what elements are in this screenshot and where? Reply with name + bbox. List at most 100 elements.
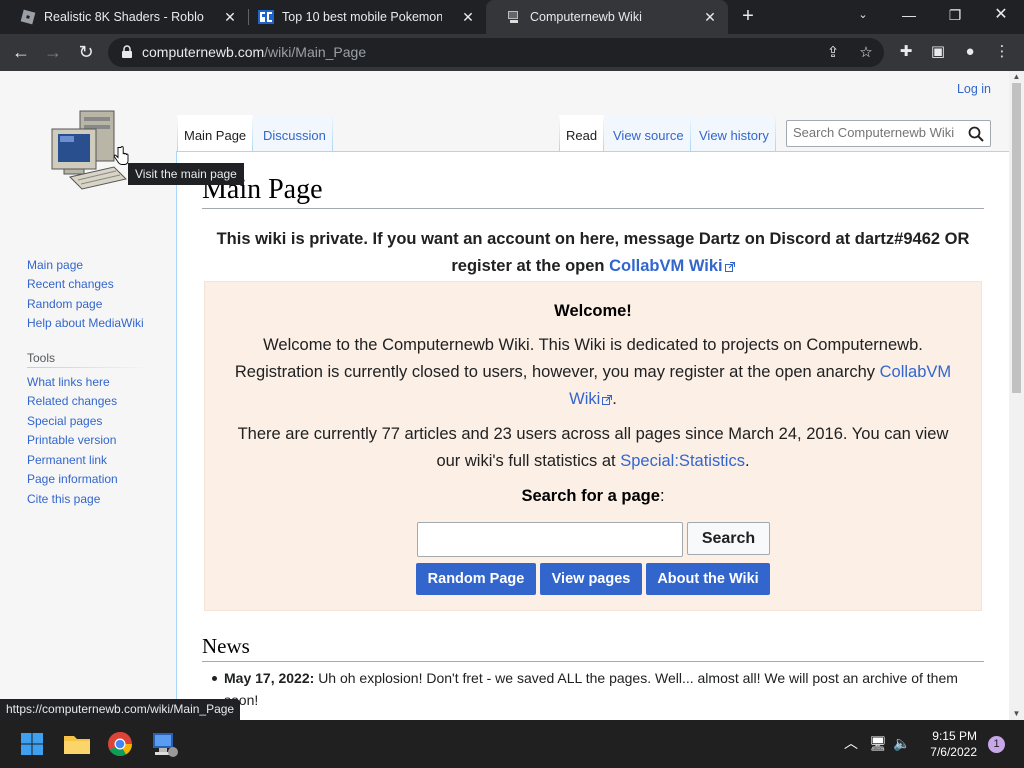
search-icon[interactable] (968, 126, 984, 142)
welcome-paragraph: Welcome to the Computernewb Wiki. This W… (234, 336, 952, 408)
reload-icon[interactable]: ↻ (74, 40, 98, 64)
private-notice-text: This wiki is private. If you want an acc… (216, 230, 970, 275)
sidebar-item-related-changes[interactable]: Related changes (27, 394, 117, 408)
taskbar-clock[interactable]: 9:15 PM 7/6/2022 (915, 728, 977, 760)
tab-title: Realistic 8K Shaders - Roblox (44, 10, 204, 24)
about-wiki-button[interactable]: About the Wiki (646, 563, 770, 595)
close-tab-icon[interactable]: ✕ (222, 9, 238, 25)
scrollbar-thumb[interactable] (1012, 83, 1021, 393)
wiki-search-input[interactable] (793, 125, 963, 140)
pc-gamer-icon (258, 10, 274, 24)
extensions-icon[interactable]: ✚ (896, 42, 916, 62)
sidebar-item-special-pages[interactable]: Special pages (27, 414, 102, 428)
file-explorer-icon[interactable] (61, 728, 93, 760)
taskbar: ︿ 🖥 🔈 9:15 PM 7/6/2022 1 (0, 720, 1024, 768)
sidebar-item-what-links-here[interactable]: What links here (27, 375, 110, 389)
tab-read[interactable]: Read (559, 115, 604, 151)
sidebar-item-help[interactable]: Help about MediaWiki (27, 316, 144, 330)
tab-search-icon[interactable]: ⌄ (840, 0, 886, 30)
address-bar[interactable]: computernewb.com/wiki/Main_Page ⇪ ☆ (108, 38, 884, 67)
lock-icon (122, 45, 132, 58)
browser-toolbar: ← → ↻ computernewb.com/wiki/Main_Page ⇪ … (0, 34, 1024, 71)
sidebar-item-cite-this-page[interactable]: Cite this page (27, 492, 100, 506)
view-pages-button[interactable]: View pages (540, 563, 642, 595)
tab-computernewb-wiki[interactable]: Computernewb Wiki ✕ (486, 0, 728, 34)
sidebar-item-permanent-link[interactable]: Permanent link (27, 453, 107, 467)
clock-time: 9:15 PM (932, 729, 977, 743)
network-icon[interactable]: 🖥 (869, 734, 887, 752)
hand-cursor-icon (113, 146, 129, 165)
restore-icon[interactable]: ❐ (932, 0, 978, 30)
menu-icon[interactable]: ⋮ (992, 42, 1012, 62)
collabvm-wiki-link-text: CollabVM Wiki (609, 257, 723, 275)
close-tab-icon[interactable]: ✕ (702, 9, 718, 25)
roblox-icon (20, 9, 36, 25)
scroll-down-icon[interactable]: ▼ (1009, 708, 1024, 720)
heading-divider (202, 208, 984, 209)
page-search-input[interactable] (417, 522, 683, 557)
tab-roblox[interactable]: Realistic 8K Shaders - Roblox ✕ (0, 0, 248, 34)
show-hidden-icons-icon[interactable]: ︿ (842, 734, 860, 752)
notification-badge[interactable]: 1 (988, 736, 1005, 753)
news-divider (202, 661, 984, 662)
tab-discussion[interactable]: Discussion (256, 115, 333, 151)
welcome-title: Welcome! (554, 302, 632, 320)
close-tab-icon[interactable]: ✕ (460, 9, 476, 25)
computernewb-icon (508, 11, 518, 23)
forward-icon[interactable]: → (41, 40, 65, 64)
page-viewport: Log in Main page Recent changes Random p… (0, 71, 1024, 720)
browser-tab-strip: Realistic 8K Shaders - Roblox ✕ Top 10 b… (0, 0, 1024, 34)
statistics-paragraph: There are currently 77 articles and 23 u… (237, 425, 949, 470)
news-item: May 17, 2022: Uh oh explosion! Don't fre… (212, 667, 984, 711)
url-path: /wiki/Main_Page (264, 44, 367, 60)
link-status-bar: https://computernewb.com/wiki/Main_Page (0, 699, 241, 720)
main-content: Main Page This wiki is private. If you w… (176, 151, 1009, 720)
scroll-up-icon[interactable]: ▲ (1009, 71, 1024, 83)
back-icon[interactable]: ← (9, 40, 33, 64)
sidebar-item-page-information[interactable]: Page information (27, 472, 118, 486)
external-link-icon (724, 261, 735, 272)
url-host: computernewb.com (142, 44, 265, 60)
close-window-icon[interactable]: ✕ (978, 0, 1024, 30)
wiki-search-box[interactable] (786, 120, 991, 147)
sidebar-item-main-page[interactable]: Main page (27, 258, 83, 272)
welcome-box: Welcome! Welcome to the Computernewb Wik… (204, 281, 982, 611)
search-button[interactable]: Search (687, 522, 770, 555)
welcome-paragraph-text: Welcome to the Computernewb Wiki. This W… (234, 336, 923, 381)
tab-title: Top 10 best mobile Pokemon gar (282, 10, 442, 24)
tab-view-source[interactable]: View source (606, 115, 691, 151)
news-text: Uh oh explosion! Don't fret - we saved A… (224, 670, 958, 708)
random-page-button[interactable]: Random Page (416, 563, 536, 595)
statistics-paragraph-text: There are currently 77 articles and 23 u… (237, 425, 949, 470)
news-date: May 17, 2022: (224, 670, 315, 686)
share-icon[interactable]: ⇪ (824, 44, 842, 62)
news-heading: News (202, 634, 250, 658)
sidebar-item-random-page[interactable]: Random page (27, 297, 102, 311)
profile-icon[interactable]: ● (960, 42, 980, 62)
minimize-icon[interactable]: — (886, 0, 932, 30)
tab-view-history[interactable]: View history (692, 115, 776, 151)
tab-title: Computernewb Wiki (530, 10, 642, 24)
login-link[interactable]: Log in (957, 82, 991, 96)
tab-pokemon[interactable]: Top 10 best mobile Pokemon gar ✕ (238, 0, 486, 34)
new-tab-icon[interactable]: + (738, 6, 758, 26)
sidebar-item-printable-version[interactable]: Printable version (27, 433, 116, 447)
side-panel-icon[interactable]: ▣ (928, 42, 948, 62)
logo-tooltip: Visit the main page (128, 163, 244, 185)
vm-app-icon[interactable] (149, 728, 181, 760)
clock-date: 7/6/2022 (930, 745, 977, 759)
volume-icon[interactable]: 🔈 (893, 734, 911, 752)
bookmark-star-icon[interactable]: ☆ (857, 44, 875, 62)
external-link-icon (602, 394, 613, 405)
windows-start-icon[interactable] (16, 728, 48, 760)
private-notice: This wiki is private. If you want an acc… (202, 226, 984, 280)
sidebar-divider (27, 367, 151, 368)
search-for-page-label: Search for a page: (521, 487, 665, 505)
chrome-icon[interactable] (104, 728, 136, 760)
special-statistics-link[interactable]: Special:Statistics (620, 452, 745, 470)
search-for-page-text: Search for a page (521, 487, 660, 505)
collabvm-wiki-link[interactable]: CollabVM Wiki (609, 257, 735, 275)
vertical-scrollbar[interactable]: ▲ ▼ (1009, 71, 1024, 720)
tab-main-page[interactable]: Main Page (177, 115, 253, 151)
sidebar-item-recent-changes[interactable]: Recent changes (27, 277, 114, 291)
